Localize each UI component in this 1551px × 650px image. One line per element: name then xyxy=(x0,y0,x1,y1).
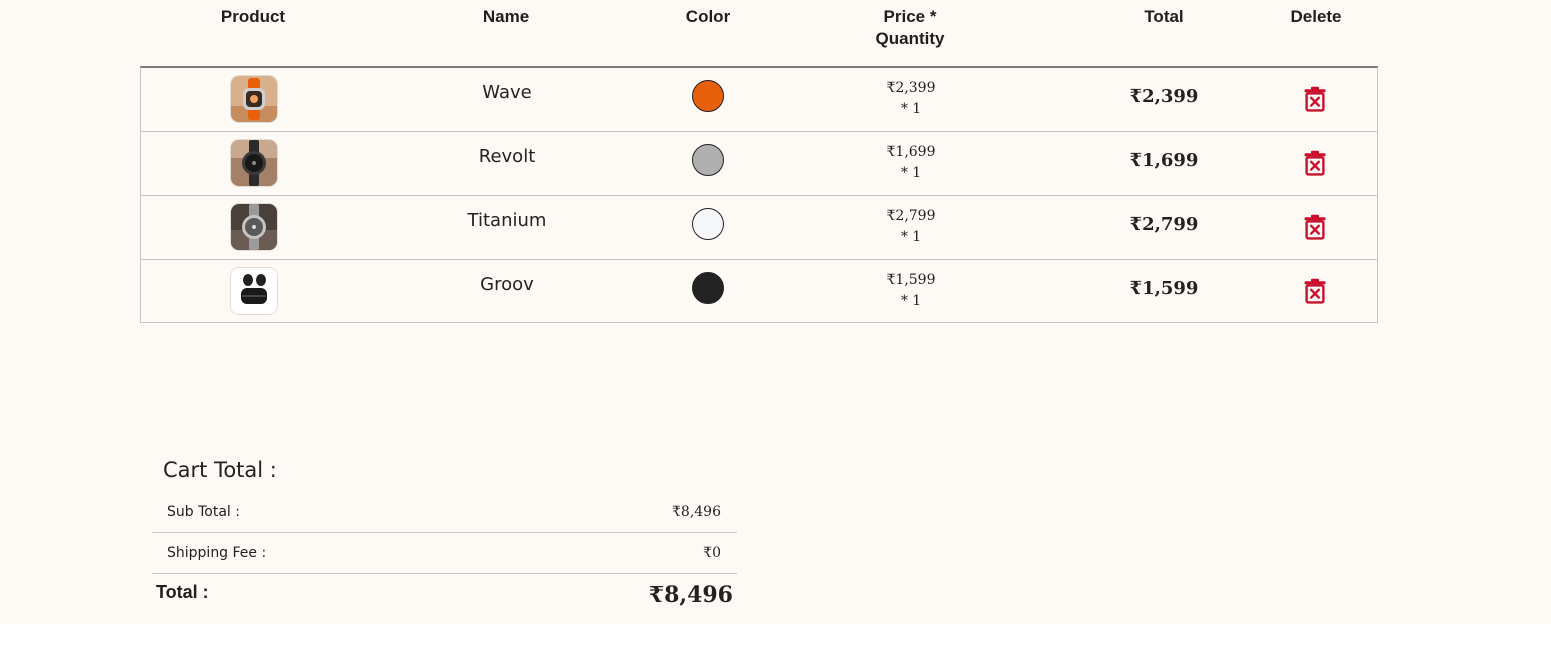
row-total: ₹1,599 xyxy=(1129,278,1199,299)
row-total: ₹1,699 xyxy=(1129,150,1199,171)
cart-table: Wave ₹2,399 * 1 ₹2,399 Revolt ₹1,699 * 1… xyxy=(140,66,1378,323)
quantity: * 1 xyxy=(900,101,922,117)
grand-total-label: Total : xyxy=(156,582,209,602)
trash-icon xyxy=(1304,86,1326,112)
color-swatch xyxy=(692,80,724,112)
price-quantity: ₹2,399 * 1 xyxy=(841,78,981,120)
price-quantity: ₹2,799 * 1 xyxy=(841,206,981,248)
unit-price: ₹1,699 xyxy=(886,144,936,160)
header-color: Color xyxy=(685,7,731,26)
unit-price: ₹1,599 xyxy=(886,272,936,288)
product-image xyxy=(230,267,278,315)
table-row: Titanium ₹2,799 * 1 ₹2,799 xyxy=(141,196,1377,260)
trash-icon xyxy=(1304,150,1326,176)
cart-total-title: Cart Total : xyxy=(163,458,277,482)
row-total: ₹2,399 xyxy=(1129,86,1199,107)
price-quantity: ₹1,699 * 1 xyxy=(841,142,981,184)
trash-icon xyxy=(1304,278,1326,304)
delete-button[interactable] xyxy=(1304,150,1326,176)
table-header: Product Name Color Price * Quantity Tota… xyxy=(140,0,1378,66)
header-product: Product xyxy=(220,7,286,26)
header-price: Price * xyxy=(883,7,937,26)
header-quantity: Quantity xyxy=(875,29,945,48)
delete-button[interactable] xyxy=(1304,214,1326,240)
product-name: Groov xyxy=(480,274,534,295)
color-swatch xyxy=(692,272,724,304)
table-row: Wave ₹2,399 * 1 ₹2,399 xyxy=(141,68,1377,132)
quantity: * 1 xyxy=(900,293,922,309)
subtotal-row: Sub Total : ₹8,496 xyxy=(152,492,737,533)
header-total: Total xyxy=(1144,7,1184,26)
shipping-row: Shipping Fee : ₹0 xyxy=(152,533,737,574)
product-image xyxy=(230,203,278,251)
unit-price: ₹2,399 xyxy=(886,80,936,96)
row-total: ₹2,799 xyxy=(1129,214,1199,235)
delete-button[interactable] xyxy=(1304,278,1326,304)
delete-button[interactable] xyxy=(1304,86,1326,112)
product-image xyxy=(230,139,278,187)
shipping-label: Shipping Fee : xyxy=(167,545,267,561)
quantity: * 1 xyxy=(900,229,922,245)
price-quantity: ₹1,599 * 1 xyxy=(841,270,981,312)
subtotal-label: Sub Total : xyxy=(167,504,240,520)
table-row: Revolt ₹1,699 * 1 ₹1,699 xyxy=(141,132,1377,196)
header-price-quantity: Price * Quantity xyxy=(840,6,980,50)
color-swatch xyxy=(692,208,724,240)
product-name: Titanium xyxy=(467,210,547,231)
quantity: * 1 xyxy=(900,165,922,181)
color-swatch xyxy=(692,144,724,176)
header-delete: Delete xyxy=(1290,7,1342,26)
header-name: Name xyxy=(482,7,530,26)
subtotal-value: ₹8,496 xyxy=(672,504,721,520)
product-name: Revolt xyxy=(478,146,536,167)
grand-total-value: ₹8,496 xyxy=(648,582,733,608)
product-image xyxy=(230,75,278,123)
cart-page: Product Name Color Price * Quantity Tota… xyxy=(0,0,1551,624)
shipping-value: ₹0 xyxy=(703,545,721,561)
table-row: Groov ₹1,599 * 1 ₹1,599 xyxy=(141,260,1377,323)
unit-price: ₹2,799 xyxy=(886,208,936,224)
product-name: Wave xyxy=(482,82,532,103)
trash-icon xyxy=(1304,214,1326,240)
